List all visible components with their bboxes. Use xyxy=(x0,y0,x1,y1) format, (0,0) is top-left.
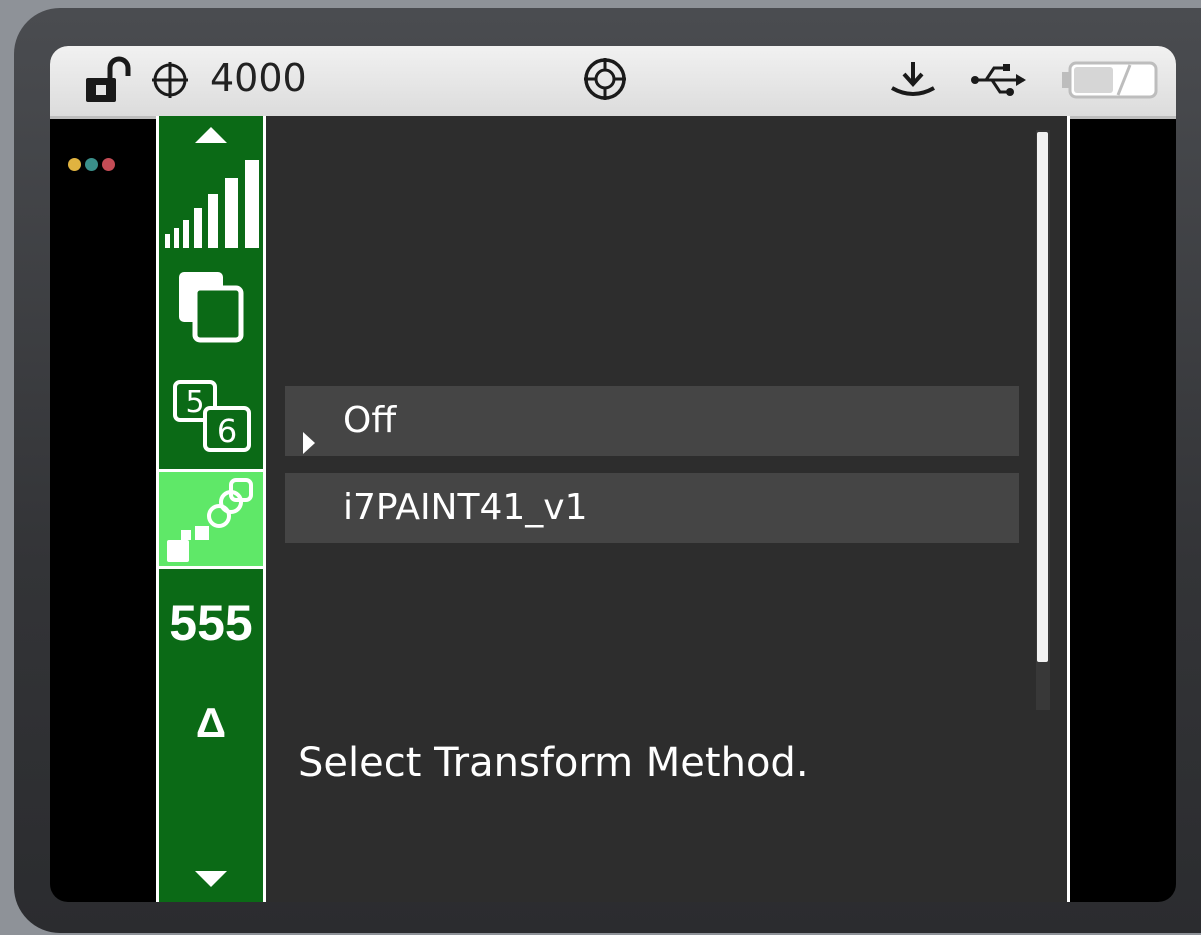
selected-arrow-icon xyxy=(301,410,317,480)
signal-bars-icon[interactable] xyxy=(163,156,261,256)
transform-menu-panel: Off i7PAINT41_v1 Select Transform Method… xyxy=(266,116,1070,902)
option-i7paint41-v1[interactable]: i7PAINT41_v1 xyxy=(285,473,1019,543)
svg-text:6: 6 xyxy=(217,412,237,450)
sidebar-item-transform-selected[interactable] xyxy=(159,469,263,569)
status-dots xyxy=(68,158,115,171)
option-off[interactable]: Off xyxy=(285,386,1019,456)
device-screen: 4000 5 6 555 Δ Off i7PAINT41_v1 Select T… xyxy=(50,46,1176,902)
target-value: 4000 xyxy=(210,56,307,100)
circle-crosshair-icon xyxy=(580,54,630,108)
sidebar: 5 6 555 Δ xyxy=(156,116,266,902)
svg-text:5: 5 xyxy=(185,385,204,420)
delta-icon[interactable]: Δ xyxy=(159,699,263,747)
5-6-icon[interactable]: 5 6 xyxy=(171,378,259,458)
crosshair-icon xyxy=(150,60,190,104)
battery-icon xyxy=(1060,60,1160,104)
option-label: i7PAINT41_v1 xyxy=(343,487,588,528)
triangle-down-icon[interactable] xyxy=(192,868,230,894)
copy-layers-icon[interactable] xyxy=(173,266,249,350)
status-bar: 4000 xyxy=(50,46,1176,119)
option-label: Off xyxy=(343,400,397,441)
dot-yellow xyxy=(68,158,81,171)
triangle-up-icon[interactable] xyxy=(192,124,230,150)
sidebar-number[interactable]: 555 xyxy=(159,594,263,652)
dot-teal xyxy=(85,158,98,171)
usb-icon xyxy=(970,60,1028,104)
unlock-icon[interactable] xyxy=(80,52,138,112)
transform-points-icon xyxy=(161,474,261,570)
download-icon xyxy=(888,58,938,108)
instruction-message: Select Transform Method. xyxy=(298,740,809,786)
dot-red xyxy=(102,158,115,171)
scrollbar-thumb[interactable] xyxy=(1037,132,1048,662)
